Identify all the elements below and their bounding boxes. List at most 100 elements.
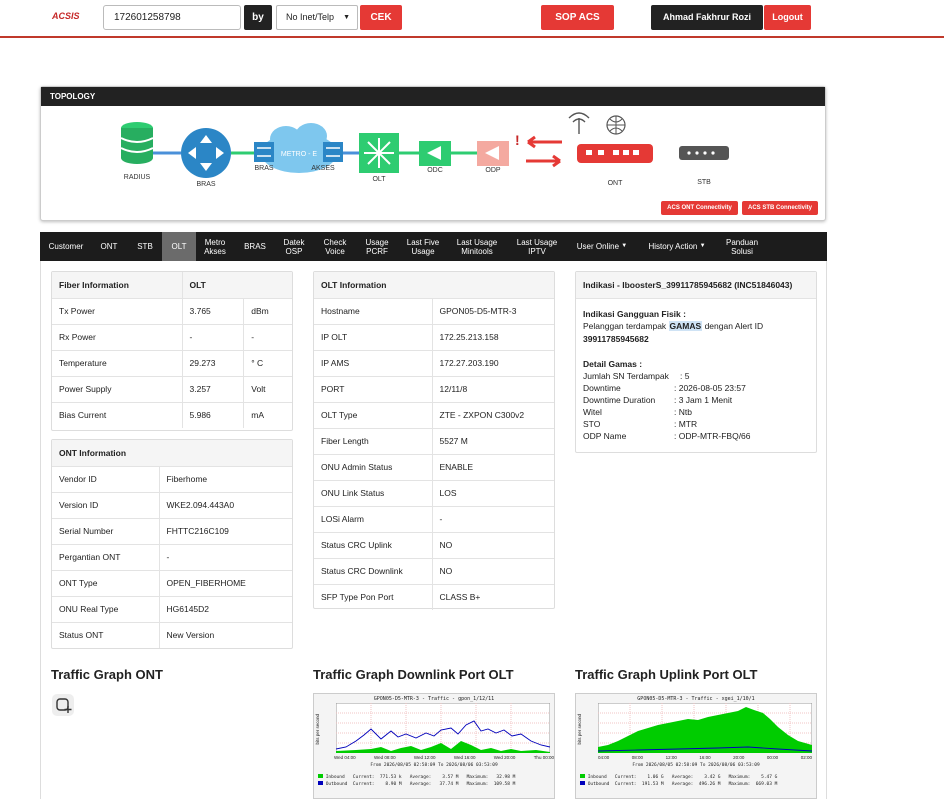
fiber-unit: - [243, 324, 292, 351]
olt-label: Status CRC Downlink [314, 558, 432, 585]
alarm-mark: ! [515, 132, 520, 148]
downlink-caption: GPON05-D5-MTR-3 - Traffic - gpon_1/12/11 [373, 696, 495, 702]
detail-label: Witel [583, 407, 602, 417]
xtick: Wed 08:00 [373, 755, 396, 760]
fiber-unit: mA [243, 402, 292, 428]
globe-icon [606, 115, 626, 135]
check-button[interactable]: CEK [360, 5, 402, 30]
ont-info-header: ONT Information [52, 440, 292, 467]
indikasi-title: Indikasi - IboosterS_39911785945682 (INC… [576, 272, 816, 299]
downlink-traffic-graph: GPON05-D5-MTR-3 - Traffic - gpon_1/12/11… [313, 693, 555, 799]
tab-bras[interactable]: BRAS [237, 232, 273, 261]
detail-gamas-title: Detail Gamas : [583, 359, 643, 369]
uplink-outbound-legend: Outbound Current: 191.53 M Average: 496.… [580, 781, 777, 787]
sop-acs-button[interactable]: SOP ACS [541, 5, 614, 30]
tab-last-usage-minitools[interactable]: Last Usage Minitools [450, 232, 504, 261]
uplink-inbound-legend: Inbound Current: 1.06 G Average: 3.42 G … [580, 774, 777, 780]
ont-label: Version ID [52, 492, 159, 519]
xtick: Wed 20:00 [493, 755, 516, 760]
xtick: 12:00 [665, 755, 677, 760]
tab-datek-osp[interactable]: Datek OSP [278, 232, 310, 261]
detail-value: : 5 [680, 371, 690, 381]
app-logo[interactable]: ACSIS [52, 11, 80, 21]
fiber-value: 5.986 [181, 402, 244, 428]
router-icon [181, 128, 231, 178]
olt-info-card: OLT Information Hostname GPON05-D5-MTR-3 … [313, 271, 555, 610]
gangguan-pre: Pelanggan terdampak [583, 321, 667, 331]
xtick: 16:00 [699, 755, 711, 760]
database-icon [120, 122, 154, 164]
fiber-label: Power Supply [52, 376, 182, 403]
ont-label: ONU Real Type [52, 596, 159, 623]
tab-usage-pcrf[interactable]: Usage PCRF [358, 232, 396, 261]
tab-last-five-usage[interactable]: Last Five Usage [401, 232, 445, 261]
tab-metro-akses[interactable]: Metro Akses [198, 232, 232, 261]
detail-value: : Ntb [674, 407, 692, 417]
tab-stb[interactable]: STB [129, 232, 161, 261]
outbound-swatch [318, 781, 323, 785]
node-label-odp: ODP [485, 167, 501, 174]
xtick: 04:00 [598, 755, 610, 760]
downlink-plot [336, 703, 550, 753]
olt-value: 172.25.213.158 [431, 324, 554, 351]
olt-icon [359, 133, 399, 173]
ont-device-icon [577, 144, 653, 163]
tab-check-voice[interactable]: Check Voice [317, 232, 353, 261]
olt-value: 172.27.203.190 [431, 350, 554, 377]
olt-label: PORT [314, 376, 432, 403]
olt-value: ENABLE [431, 454, 554, 481]
olt-label: IP OLT [314, 324, 432, 351]
uplink-caption: GPON05-D5-MTR-3 - Traffic - xgei_1/10/1 [637, 696, 755, 702]
ont-label: Pergantian ONT [52, 544, 159, 571]
downlink-xaxis: Wed 04:00 Wed 08:00 Wed 12:00 Wed 16:00 … [334, 755, 554, 760]
uplink-xaxis: 04:00 08:00 12:00 16:00 20:00 00:00 02:0… [598, 755, 812, 760]
ont-label: ONT Type [52, 570, 159, 597]
olt-label: SFP Type Pon Port [321, 592, 394, 603]
fiber-info-olt-header: OLT [181, 272, 292, 299]
xtick: Wed 12:00 [413, 755, 436, 760]
ont-value: WKE2.094.443A0 [158, 492, 292, 519]
ont-value: New Version [158, 622, 292, 648]
detail-value: : MTR [674, 419, 698, 429]
add-graph-button[interactable] [52, 694, 74, 716]
search-type-value: No Inet/Telp [286, 12, 335, 22]
olt-info-header: OLT Information [314, 272, 554, 299]
logout-button[interactable]: Logout [764, 5, 811, 30]
downlink-range: From 2026/08/05 02:58:09 To 2026/08/06 0… [370, 763, 498, 768]
node-label-olt: OLT [372, 176, 386, 183]
tab-user-online[interactable]: User Online ▼ [570, 232, 634, 261]
tab-panduan-solusi[interactable]: Panduan Solusi [720, 232, 764, 261]
fiber-unit: ° C [243, 350, 292, 377]
fiber-label: Rx Power [52, 324, 182, 351]
uplink-ylabel: bits per second [577, 714, 582, 745]
ont-value: - [158, 544, 292, 571]
fiber-label: Tx Power [52, 298, 182, 325]
fiber-unit: Volt [243, 376, 292, 403]
inbound-text: Inbound Current: 1.06 G Average: 3.42 G … [587, 775, 778, 780]
tab-bar: Customer ONT STB OLT Metro Akses BRAS Da… [40, 232, 827, 261]
uplink-range: From 2026/08/05 02:58:09 To 2026/08/06 0… [632, 763, 760, 768]
search-type-select[interactable]: No Inet/Telp ▼ [276, 5, 358, 30]
chevron-down-icon: ▼ [621, 243, 628, 249]
uplink-traffic-graph: GPON05-D5-MTR-3 - Traffic - xgei_1/10/1 … [575, 693, 817, 799]
inbound-swatch [318, 774, 323, 778]
detail-label: Jumlah SN Terdampak [583, 371, 669, 381]
acs-stb-connectivity-button[interactable]: ACS STB Connectivity [742, 201, 818, 215]
tab-ont[interactable]: ONT [92, 232, 126, 261]
ont-info-card: ONT Information Vendor ID Fiberhome Versi… [51, 439, 293, 649]
tab-history-action[interactable]: History Action ▼ [641, 232, 713, 261]
tab-olt[interactable]: OLT [162, 232, 196, 261]
inbound-text: Inbound Current: 771.53 k Average: 3.57 … [325, 775, 516, 780]
detail-label: ODP Name [583, 431, 627, 441]
chevron-down-icon: ▼ [699, 243, 706, 249]
tab-customer[interactable]: Customer [43, 232, 89, 261]
tab-last-usage-iptv[interactable]: Last Usage IPTV [510, 232, 564, 261]
ont-value: HG6145D2 [158, 596, 292, 623]
search-input[interactable] [103, 5, 241, 30]
downlink-outbound-legend: Outbound Current: 8.90 M Average: 37.74 … [318, 781, 515, 787]
ont-value: FHTTC216C109 [158, 518, 292, 545]
acs-ont-connectivity-button[interactable]: ACS ONT Connectivity [661, 201, 738, 215]
wifi-icon [568, 112, 590, 134]
fiber-value: 3.765 [181, 298, 244, 325]
node-label-stb: STB [697, 179, 711, 186]
